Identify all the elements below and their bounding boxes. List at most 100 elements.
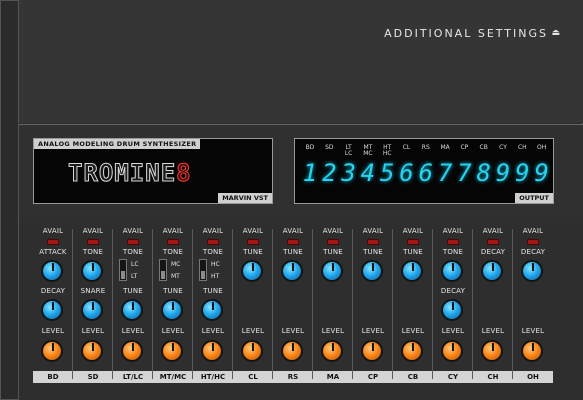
tune-knob[interactable] xyxy=(201,299,223,321)
top-knob-label: TUNE xyxy=(363,248,383,256)
mid-knob-label: DECAY xyxy=(440,287,466,295)
channel-divider xyxy=(152,229,153,379)
level-label: LEVEL xyxy=(401,327,425,335)
tune-knob[interactable] xyxy=(401,260,423,282)
level-label: LEVEL xyxy=(521,327,545,335)
level-label: LEVEL xyxy=(281,327,305,335)
top-knob-label: ATTACK xyxy=(39,248,67,256)
level-knob[interactable] xyxy=(241,340,263,362)
channel-strip: AVAIL TONE DECAY LEVEL CY xyxy=(433,217,473,400)
channel-divider xyxy=(432,229,433,379)
decay-knob[interactable] xyxy=(441,299,463,321)
tone-knob[interactable] xyxy=(441,260,463,282)
level-knob[interactable] xyxy=(321,340,343,362)
mid-knob-label: SNARE xyxy=(80,287,106,295)
output-display: OUTPUT BD 1 SD 2 LT LC 3 MT MC 4 HT HC 5 CL 6 RS 6 MA 7… xyxy=(294,138,554,204)
additional-settings-panel: ADDITIONAL SETTINGS ⏏ xyxy=(18,0,583,123)
voice-toggle-switch[interactable] xyxy=(119,259,127,281)
output-channel-label: MT MC xyxy=(363,144,373,157)
level-knob[interactable] xyxy=(41,340,63,362)
level-knob[interactable] xyxy=(201,340,223,362)
output-digit: 4 xyxy=(360,159,376,187)
channel-strip: AVAIL TONE SNARE LEVEL SD xyxy=(73,217,113,400)
channel-strip: AVAIL DECAY LEVEL CH xyxy=(473,217,513,400)
avail-label: AVAIL xyxy=(322,227,344,235)
channel-strip: AVAIL TUNE LEVEL MA xyxy=(313,217,353,400)
logo-name-main: TROMINE xyxy=(67,159,177,188)
avail-led xyxy=(407,239,419,245)
switch-label-high: MC xyxy=(171,261,181,268)
avail-led xyxy=(367,239,379,245)
attack-knob[interactable] xyxy=(41,260,63,282)
level-label: LEVEL xyxy=(81,327,105,335)
channel-divider xyxy=(312,229,313,379)
tune-knob[interactable] xyxy=(361,260,383,282)
avail-led xyxy=(207,239,219,245)
output-digit: 1 xyxy=(302,159,318,187)
decay-knob[interactable] xyxy=(41,299,63,321)
switch-handle[interactable] xyxy=(121,271,125,279)
channel-name-tag: BD xyxy=(33,371,73,383)
switch-label-low: MT xyxy=(171,273,180,280)
snare-knob[interactable] xyxy=(81,299,103,321)
voice-toggle-switch[interactable] xyxy=(199,259,207,281)
level-label: LEVEL xyxy=(41,327,65,335)
level-knob[interactable] xyxy=(401,340,423,362)
mid-knob-label: TUNE xyxy=(123,287,143,295)
switch-handle[interactable] xyxy=(201,271,205,279)
channel-name-tag: MA xyxy=(313,371,353,383)
avail-label: AVAIL xyxy=(162,227,184,235)
channel-strip: AVAIL TUNE LEVEL CB xyxy=(393,217,433,400)
level-knob[interactable] xyxy=(281,340,303,362)
level-knob[interactable] xyxy=(161,340,183,362)
tune-knob[interactable] xyxy=(321,260,343,282)
output-label: OUTPUT xyxy=(515,193,553,203)
tune-knob[interactable] xyxy=(281,260,303,282)
output-digit: 9 xyxy=(534,159,549,187)
output-digit: 3 xyxy=(341,159,356,187)
eject-triangle-icon[interactable]: ⏏ xyxy=(551,28,560,38)
top-knob-label: TUNE xyxy=(323,248,343,256)
top-knob-label: DECAY xyxy=(480,248,506,256)
level-label: LEVEL xyxy=(481,327,505,335)
channel-strip: AVAIL TUNE LEVEL CP xyxy=(353,217,393,400)
output-channel-label: CB xyxy=(479,144,488,151)
channel-name-tag: CP xyxy=(353,371,393,383)
avail-led xyxy=(487,239,499,245)
switch-handle[interactable] xyxy=(161,271,165,279)
switch-label-high: HC xyxy=(211,261,220,268)
channel-strip-panel: AVAIL ATTACK DECAY LEVEL BD AVAIL TONE SNARE LEV… xyxy=(18,217,583,400)
channel-strip: AVAIL TONE MC MT TUNE LEVEL MT/MC xyxy=(153,217,193,400)
avail-led xyxy=(247,239,259,245)
output-channel-label: CP xyxy=(460,144,469,151)
tone-knob[interactable] xyxy=(81,260,103,282)
top-knob-label: TUNE xyxy=(403,248,423,256)
additional-settings-button[interactable]: ADDITIONAL SETTINGS xyxy=(384,27,548,40)
switch-label-low: HT xyxy=(211,273,220,280)
channel-divider xyxy=(472,229,473,379)
decay-knob[interactable] xyxy=(521,260,543,282)
channel-divider xyxy=(72,229,73,379)
level-knob[interactable] xyxy=(481,340,503,362)
voice-toggle-switch[interactable] xyxy=(159,259,167,281)
level-knob[interactable] xyxy=(361,340,383,362)
level-knob[interactable] xyxy=(81,340,103,362)
tune-knob[interactable] xyxy=(121,299,143,321)
level-knob[interactable] xyxy=(441,340,463,362)
level-label: LEVEL xyxy=(361,327,385,335)
brand-label: MARVIN VST xyxy=(218,193,272,203)
level-knob[interactable] xyxy=(121,340,143,362)
level-label: LEVEL xyxy=(441,327,465,335)
decay-knob[interactable] xyxy=(481,260,503,282)
avail-label: AVAIL xyxy=(522,227,544,235)
tune-knob[interactable] xyxy=(161,299,183,321)
tune-knob[interactable] xyxy=(241,260,263,282)
channel-name-tag: OH xyxy=(513,371,553,383)
logo-subtitle: ANALOG MODELING DRUM SYNTHESIZER xyxy=(34,139,201,149)
channel-name-tag: RS xyxy=(273,371,313,383)
level-knob[interactable] xyxy=(521,340,543,362)
top-knob-label: TONE xyxy=(82,248,104,256)
level-label: LEVEL xyxy=(201,327,225,335)
avail-led xyxy=(527,239,539,245)
output-channel-label: CY xyxy=(499,144,507,151)
